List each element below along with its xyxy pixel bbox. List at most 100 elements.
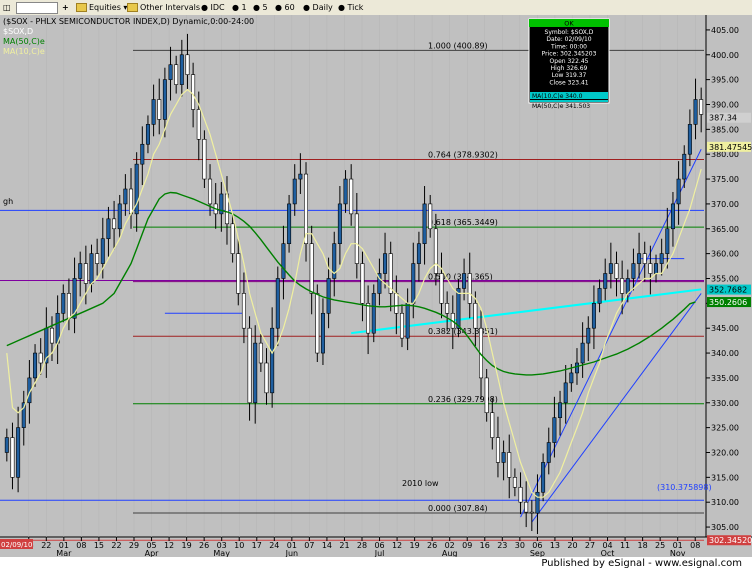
x-tick-label: 08 [76, 541, 86, 550]
x-month-label: Oct [601, 549, 615, 557]
current-price-text: 302.345203 [709, 536, 752, 545]
candle-up [179, 54, 184, 85]
y-tick-label: 325.00 [711, 424, 739, 433]
info-box-header-text: OK [564, 20, 574, 28]
interval-60-label: 60 [284, 3, 295, 12]
y-tick-label: 400.00 [711, 51, 739, 60]
candle-up [270, 327, 275, 394]
x-tick-label: 28 [357, 541, 367, 550]
candle-down [620, 278, 625, 294]
chart-title: ($SOX - PHLX SEMICONDUCTOR INDEX,D) Dyna… [3, 17, 254, 26]
candle-down [95, 253, 100, 264]
candle-up [383, 253, 388, 274]
folder-icon [76, 3, 87, 12]
candle-up [78, 263, 83, 279]
candle-up [569, 372, 574, 384]
fib-level-label: 0.000 (307.84) [428, 504, 488, 513]
x-tick-label: 19 [410, 541, 420, 550]
published-by-text: Published by eSignal - www.esignal.com [541, 558, 742, 569]
candle-up [552, 417, 557, 443]
equities-menu[interactable]: Equities ▾ [76, 2, 127, 13]
candle-down [467, 273, 472, 304]
candle-down [230, 223, 235, 254]
daily-button[interactable]: ● Daily [303, 2, 333, 13]
info-box: OK Symbol: $SOX,DDate: 02/09/10Time: 00:… [528, 18, 610, 104]
candle-down [38, 352, 43, 364]
candle-down [495, 437, 500, 463]
legend-ma10: MA(10,C)e [3, 47, 45, 56]
idc-button[interactable]: ● IDC [201, 2, 225, 13]
x-tick-label: 25 [655, 541, 665, 550]
interval-1-button[interactable]: ● 1 [232, 2, 247, 13]
candle-up [298, 173, 303, 180]
candle-down [433, 228, 438, 274]
y-tick-label: 310.00 [711, 498, 739, 507]
esignal-window: ◫ + Equities ▾ Other Intervals ▾ ● IDC ●… [0, 0, 752, 572]
candle-up [337, 203, 342, 244]
high-marker-label: gh [3, 197, 13, 206]
info-box-ma10: MA(10,C)e 340.0 [532, 93, 583, 100]
symbol-input[interactable] [16, 2, 58, 14]
candle-down [354, 213, 359, 264]
y-tick-label: 315.00 [711, 473, 739, 482]
price-chart[interactable]: 1.000 (400.89) 0.764 (378.9302) 0.618 (365… [0, 15, 752, 557]
candle-up [106, 218, 111, 240]
candle-down [360, 263, 365, 304]
fib-level-label: 0.764 (378.9302) [428, 151, 498, 160]
interval-icon: ● [253, 3, 260, 12]
candle-down [439, 273, 444, 304]
x-tick-label: 26 [199, 541, 209, 550]
interval-icon: ● [232, 3, 239, 12]
y-tick-label: 375.00 [711, 175, 739, 184]
interval-60-button[interactable]: ● 60 [275, 2, 295, 13]
candle-up [320, 312, 325, 354]
candle-down [196, 109, 201, 140]
candle-up [670, 203, 675, 230]
info-box-ma50: MA(50,C)e 341.503 [532, 103, 590, 110]
x-month-label: Apr [145, 549, 160, 557]
candle-down [428, 203, 433, 230]
candle-down [349, 178, 354, 215]
info-box-row: Symbol: $SOX,D [545, 29, 594, 36]
candle-up [422, 203, 427, 244]
candle-up [586, 327, 591, 344]
y-tick-label: 340.00 [711, 349, 739, 358]
candle-down [399, 312, 404, 339]
y-tick-label: 405.00 [711, 26, 739, 35]
add-button[interactable]: + [62, 2, 69, 13]
x-tick-label: 27 [585, 541, 595, 550]
candle-down [484, 377, 489, 414]
candle-up [168, 64, 173, 80]
candle-up [676, 178, 681, 205]
idc-label: IDC [210, 3, 225, 12]
candle-up [637, 253, 642, 264]
y-tick-label: 385.00 [711, 125, 739, 134]
y-tick-label: 390.00 [711, 100, 739, 109]
interval-5-button[interactable]: ● 5 [253, 2, 268, 13]
y-tick-label: 320.00 [711, 448, 739, 457]
equities-label: Equities [89, 3, 121, 12]
interval-icon: ● [201, 3, 208, 12]
tick-button[interactable]: ● Tick [338, 2, 363, 13]
x-month-label: Nov [670, 549, 686, 557]
candle-up [89, 253, 94, 284]
x-tick-label: 08 [690, 541, 700, 550]
x-tick-label: 29 [129, 541, 139, 550]
x-tick-label: 19 [182, 541, 192, 550]
candle-up [4, 437, 9, 453]
x-tick-label: 15 [94, 541, 104, 550]
other-intervals-menu[interactable]: Other Intervals ▾ [127, 2, 207, 13]
floppy-icon[interactable]: ◫ [3, 2, 11, 13]
candle-down [157, 99, 162, 120]
info-box-row: Low 319.37 [552, 72, 587, 79]
candle-up [631, 263, 636, 279]
x-tick-label: 23 [497, 541, 507, 550]
candle-up [608, 263, 613, 274]
x-tick-label: 18 [638, 541, 648, 550]
x-tick-label: 26 [427, 541, 437, 550]
x-month-label: Sep [530, 549, 545, 557]
candle-up [603, 273, 608, 289]
x-month-label: Mar [56, 549, 72, 557]
legend-ma50: MA(50,C)e [3, 37, 45, 46]
candle-down [699, 99, 704, 115]
